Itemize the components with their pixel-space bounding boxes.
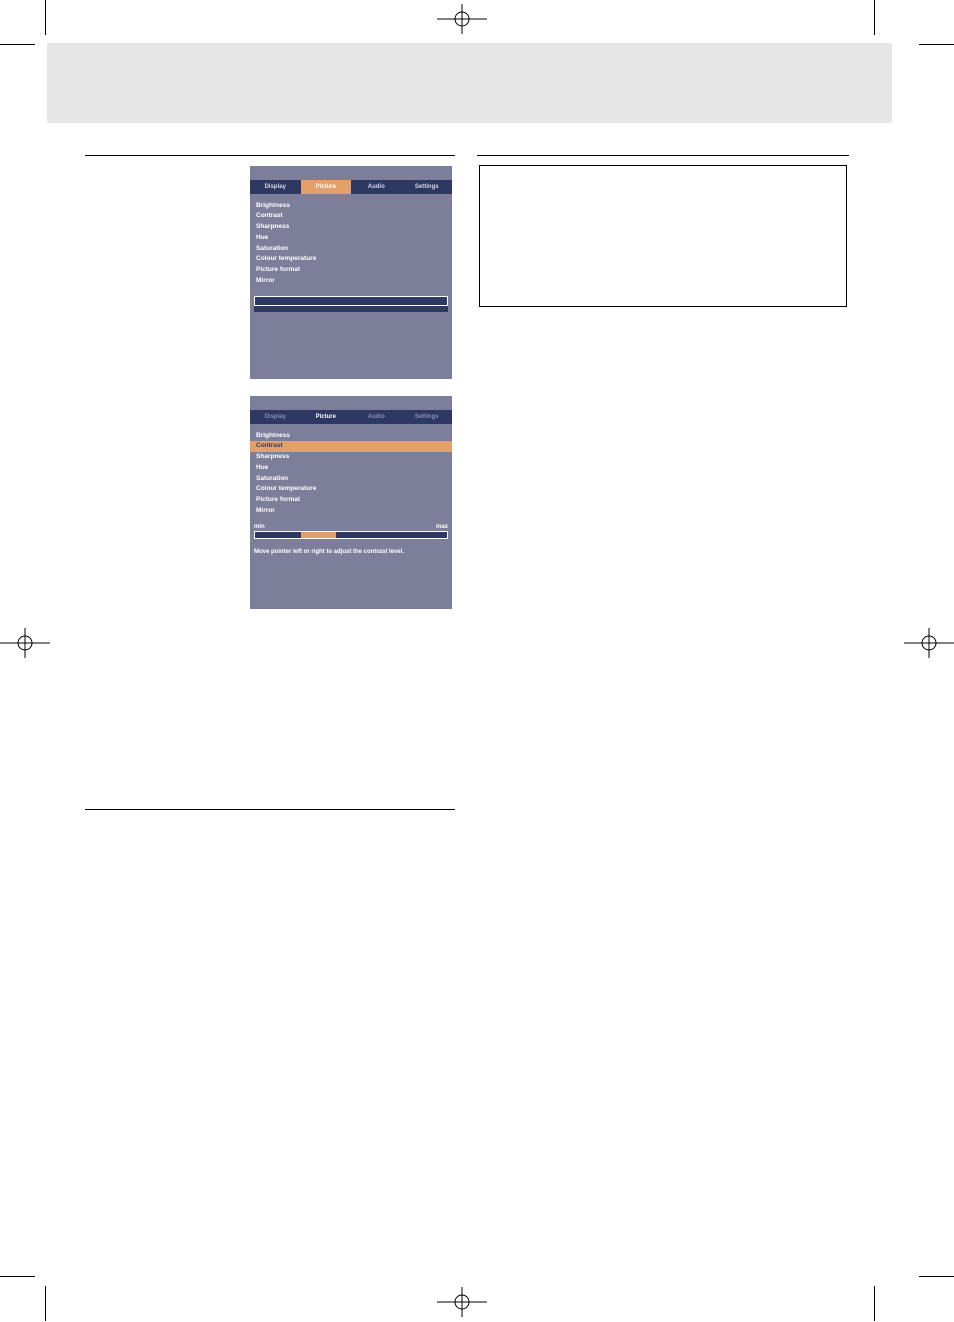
- menu-item-hue: Hue: [254, 462, 448, 473]
- menu-item-picture-format: Picture format: [254, 495, 448, 506]
- cropmark: [0, 1276, 35, 1277]
- menu-item-picture-format: Picture format: [254, 265, 448, 276]
- tab-audio: Audio: [351, 180, 402, 194]
- slider-labels: min max: [254, 524, 448, 530]
- osd-hint-text: Move pointer left or right to adjust the…: [254, 549, 448, 555]
- menu-item-contrast: Contrast: [254, 211, 448, 222]
- tab-audio: Audio: [351, 410, 402, 424]
- tab-display: Display: [250, 410, 301, 424]
- registration-mark-icon: [437, 4, 487, 34]
- cropmark: [874, 0, 875, 35]
- cropmark: [919, 44, 954, 45]
- tab-settings: Settings: [402, 180, 453, 194]
- cropmark: [0, 44, 35, 45]
- menu-item-contrast-selected: Contrast: [250, 441, 452, 452]
- menu-item-colour-temperature: Colour temperature: [254, 254, 448, 265]
- cropmark: [45, 1286, 46, 1321]
- osd-info-box-bottom: [254, 306, 448, 312]
- tab-settings: Settings: [402, 410, 453, 424]
- osd-info-box: [254, 296, 448, 306]
- menu-item-sharpness: Sharpness: [254, 222, 448, 233]
- tab-picture: Picture: [301, 410, 352, 424]
- osd-tabbar: Display Picture Audio Settings: [250, 180, 452, 194]
- callout-box: [479, 165, 847, 307]
- cropmark: [874, 1286, 875, 1321]
- registration-mark-icon: [437, 1287, 487, 1317]
- osd-screenshot-contrast-adjust: Display Picture Audio Settings Brightnes…: [250, 396, 452, 609]
- osd-tabbar: Display Picture Audio Settings: [250, 410, 452, 424]
- menu-item-saturation: Saturation: [254, 473, 448, 484]
- cropmark: [45, 0, 46, 35]
- tab-display: Display: [250, 180, 301, 194]
- slider-min-label: min: [254, 524, 265, 530]
- menu-item-brightness: Brightness: [254, 430, 448, 441]
- header-band: [47, 43, 892, 123]
- section-divider: [85, 809, 455, 810]
- menu-item-mirror: Mirror: [254, 506, 448, 517]
- slider-track: [254, 531, 448, 539]
- menu-item-colour-temperature: Colour temperature: [254, 484, 448, 495]
- menu-item-saturation: Saturation: [254, 243, 448, 254]
- slider-fill: [301, 532, 336, 538]
- cropmark: [919, 1276, 954, 1277]
- tab-picture: Picture: [301, 180, 352, 194]
- menu-item-sharpness: Sharpness: [254, 452, 448, 463]
- osd-menu-list: Brightness Contrast Sharpness Hue Satura…: [250, 424, 452, 516]
- registration-mark-icon: [0, 628, 50, 658]
- osd-screenshot-picture-menu: Display Picture Audio Settings Brightnes…: [250, 166, 452, 379]
- menu-item-hue: Hue: [254, 232, 448, 243]
- section-divider: [477, 155, 849, 156]
- menu-item-brightness: Brightness: [254, 200, 448, 211]
- slider-max-label: max: [436, 524, 448, 530]
- osd-menu-list: Brightness Contrast Sharpness Hue Satura…: [250, 194, 452, 286]
- menu-item-mirror: Mirror: [254, 276, 448, 287]
- registration-mark-icon: [904, 628, 954, 658]
- section-divider: [85, 155, 455, 156]
